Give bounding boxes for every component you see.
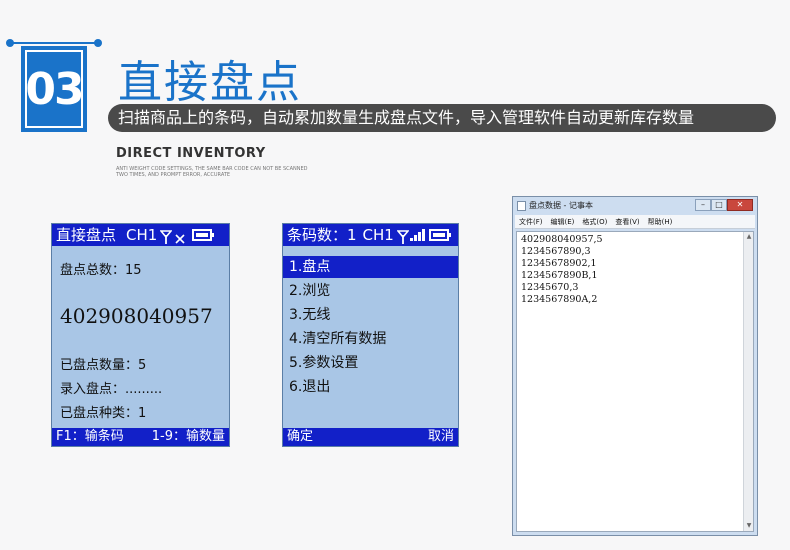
vertical-scrollbar[interactable]: ▲ ▼ <box>743 232 753 531</box>
screen-footer: F1：输条码 1-9：输数量 <box>52 428 229 446</box>
menu-item-exit[interactable]: 6.退出 <box>283 376 458 398</box>
menu-edit[interactable]: 编辑(E) <box>551 215 575 228</box>
english-description: ANTI WEIGHT CODE SETTINGS, THE SAME BAR … <box>116 166 356 178</box>
antenna-icon <box>396 228 410 244</box>
english-title: DIRECT INVENTORY <box>116 146 266 161</box>
maximize-button[interactable]: □ <box>711 199 727 211</box>
screen-header: 直接盘点 CH1 <box>52 224 229 246</box>
menu-item-wireless[interactable]: 3.无线 <box>283 304 458 326</box>
notepad-title: 盘点数据 - 记事本 <box>529 201 593 210</box>
english-description-line: TWO TIMES, AND PROMPT ERROR, ACCURATE <box>116 172 231 178</box>
cancel-softkey[interactable]: 取消 <box>428 428 454 446</box>
menu-item-inventory[interactable]: 1.盘点 <box>283 256 458 278</box>
battery-icon <box>428 229 451 241</box>
menu-help[interactable]: 帮助(H) <box>648 215 673 228</box>
data-line: 1234567890A,2 <box>521 294 598 305</box>
quantity-keys-hint[interactable]: 1-9：输数量 <box>152 428 225 446</box>
antenna-icon <box>159 228 174 244</box>
f1-barcode-hint[interactable]: F1：输条码 <box>56 428 124 446</box>
device-screen-inventory: 直接盘点 CH1 盘点总数：15 402908040957 已盘点数量：5 录入… <box>51 223 230 447</box>
badge-rod <box>6 39 102 47</box>
scroll-down-icon[interactable]: ▼ <box>745 522 753 530</box>
confirm-softkey[interactable]: 确定 <box>287 428 313 446</box>
minimize-button[interactable]: – <box>695 199 711 211</box>
badge-box: 03 <box>21 46 87 132</box>
menu-item-browse[interactable]: 2.浏览 <box>283 280 458 302</box>
menu-view[interactable]: 查看(V) <box>615 215 639 228</box>
scroll-up-icon[interactable]: ▲ <box>745 233 753 241</box>
page-title: 直接盘点 <box>118 57 302 108</box>
data-line: 12345670,3 <box>521 282 579 293</box>
subtitle-bar: 扫描商品上的条码，自动累加数量生成盘点文件，导入管理软件自动更新库存数量 <box>108 104 776 132</box>
menu-format[interactable]: 格式(O) <box>582 215 607 228</box>
total-count-label: 盘点总数：15 <box>60 263 142 278</box>
data-line: 402908040957,5 <box>521 234 603 245</box>
screen-footer: 确定 取消 <box>283 428 458 446</box>
scanned-barcode: 402908040957 <box>60 304 213 328</box>
no-signal-icon <box>174 229 186 244</box>
close-button[interactable]: ✕ <box>727 199 753 211</box>
data-line: 12345678902,1 <box>521 258 597 269</box>
notepad-text-area[interactable]: 402908040957,5 1234567890,3 12345678902,… <box>516 231 754 532</box>
section-badge: 03 <box>6 38 102 134</box>
channel-label: CH1 <box>126 226 158 244</box>
notepad-titlebar[interactable]: 盘点数据 - 记事本 – □ ✕ <box>513 197 757 215</box>
menu-item-settings[interactable]: 5.参数设置 <box>283 352 458 374</box>
item-kinds-label: 已盘点种类：1 <box>60 406 147 421</box>
menu-item-clear-data[interactable]: 4.清空所有数据 <box>283 328 458 350</box>
badge-number: 03 <box>25 63 84 115</box>
notepad-window: 盘点数据 - 记事本 – □ ✕ 文件(F) 编辑(E) 格式(O) 查看(V)… <box>512 196 758 536</box>
screen-header: 条码数：1 CH1 <box>283 224 458 246</box>
scanned-quantity-label: 已盘点数量：5 <box>60 358 147 373</box>
data-line: 1234567890B,1 <box>521 270 598 281</box>
notepad-app-icon <box>517 201 526 211</box>
input-quantity-field[interactable]: 录入盘点：......... <box>60 378 162 397</box>
screen-title: 直接盘点 <box>56 226 117 244</box>
device-screen-menu: 条码数：1 CH1 1.盘点 2.浏览 3.无线 4.清空所有数据 5.参数设置… <box>282 223 459 447</box>
notepad-menubar: 文件(F) 编辑(E) 格式(O) 查看(V) 帮助(H) <box>515 215 755 229</box>
battery-icon <box>192 229 215 241</box>
barcode-count-title: 条码数：1 <box>287 226 357 244</box>
menu-file[interactable]: 文件(F) <box>519 215 543 228</box>
channel-label: CH1 <box>362 226 394 244</box>
data-line: 1234567890,3 <box>521 246 591 257</box>
signal-bars-icon <box>409 229 425 241</box>
